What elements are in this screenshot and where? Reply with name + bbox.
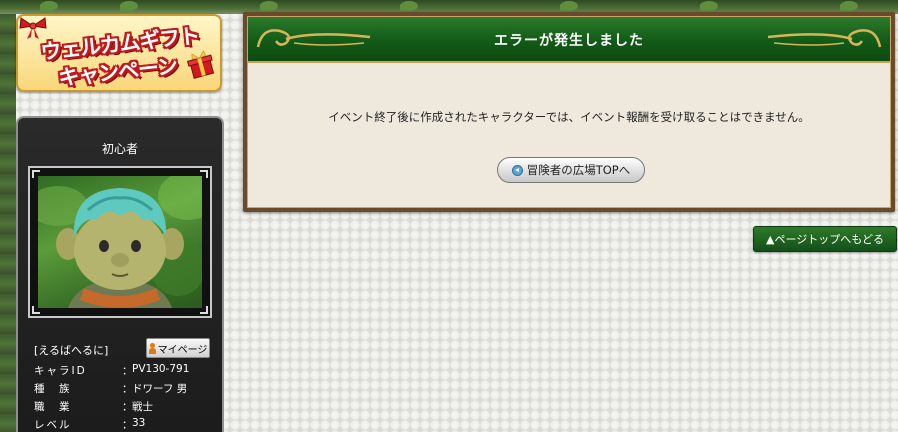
- person-icon: [148, 342, 156, 354]
- dwarf-portrait-illustration: [38, 176, 202, 308]
- left-decorative-rail: [0, 14, 16, 432]
- mypage-button[interactable]: マイページ: [146, 338, 210, 358]
- info-value: 戦士: [132, 401, 153, 413]
- mypage-button-label: マイページ: [157, 344, 208, 356]
- error-header: エラーが発生しました: [248, 17, 890, 63]
- character-title: 初心者: [101, 142, 138, 156]
- error-title: エラーが発生しました: [494, 33, 644, 49]
- welcome-gift-banner[interactable]: ウェルカムギフト キャンペーン: [16, 14, 222, 92]
- info-key: 職 業: [34, 401, 72, 413]
- info-key: 種 族: [34, 383, 72, 395]
- back-arrow-icon: [511, 164, 523, 176]
- error-panel-body: エラーが発生しました イベント終了後に作成されたキャラクターでは、イベント報酬を…: [247, 16, 891, 208]
- info-sep: ：: [122, 383, 133, 395]
- info-sep: ：: [122, 419, 133, 431]
- gift-box-icon: [186, 50, 215, 79]
- page-top-button[interactable]: ▲ページトップへもどる: [753, 226, 897, 252]
- character-name: [えるばへるに]: [34, 344, 109, 357]
- error-message: イベント終了後に作成されたキャラクターでは、イベント報酬を受け取ることはできませ…: [328, 110, 810, 124]
- info-value: PV130-791: [132, 363, 190, 375]
- info-key: レベル: [34, 419, 72, 431]
- info-value: ドワーフ 男: [132, 383, 188, 395]
- character-portrait: [38, 176, 202, 308]
- hiroba-top-button[interactable]: 冒険者の広場TOPへ: [497, 157, 645, 183]
- error-panel: エラーが発生しました イベント終了後に作成されたキャラクターでは、イベント報酬を…: [243, 12, 895, 212]
- info-sep: ：: [122, 401, 133, 413]
- portrait-frame: [28, 166, 212, 318]
- info-key: キャラID: [34, 365, 87, 377]
- character-panel: 初心者 [えるばへるに] マイページ キャラID ： PV130-791 種 族…: [16, 116, 224, 432]
- info-value: 33: [132, 417, 146, 429]
- info-sep: ：: [122, 365, 133, 377]
- hiroba-top-button-label: 冒険者の広場TOPへ: [526, 163, 631, 177]
